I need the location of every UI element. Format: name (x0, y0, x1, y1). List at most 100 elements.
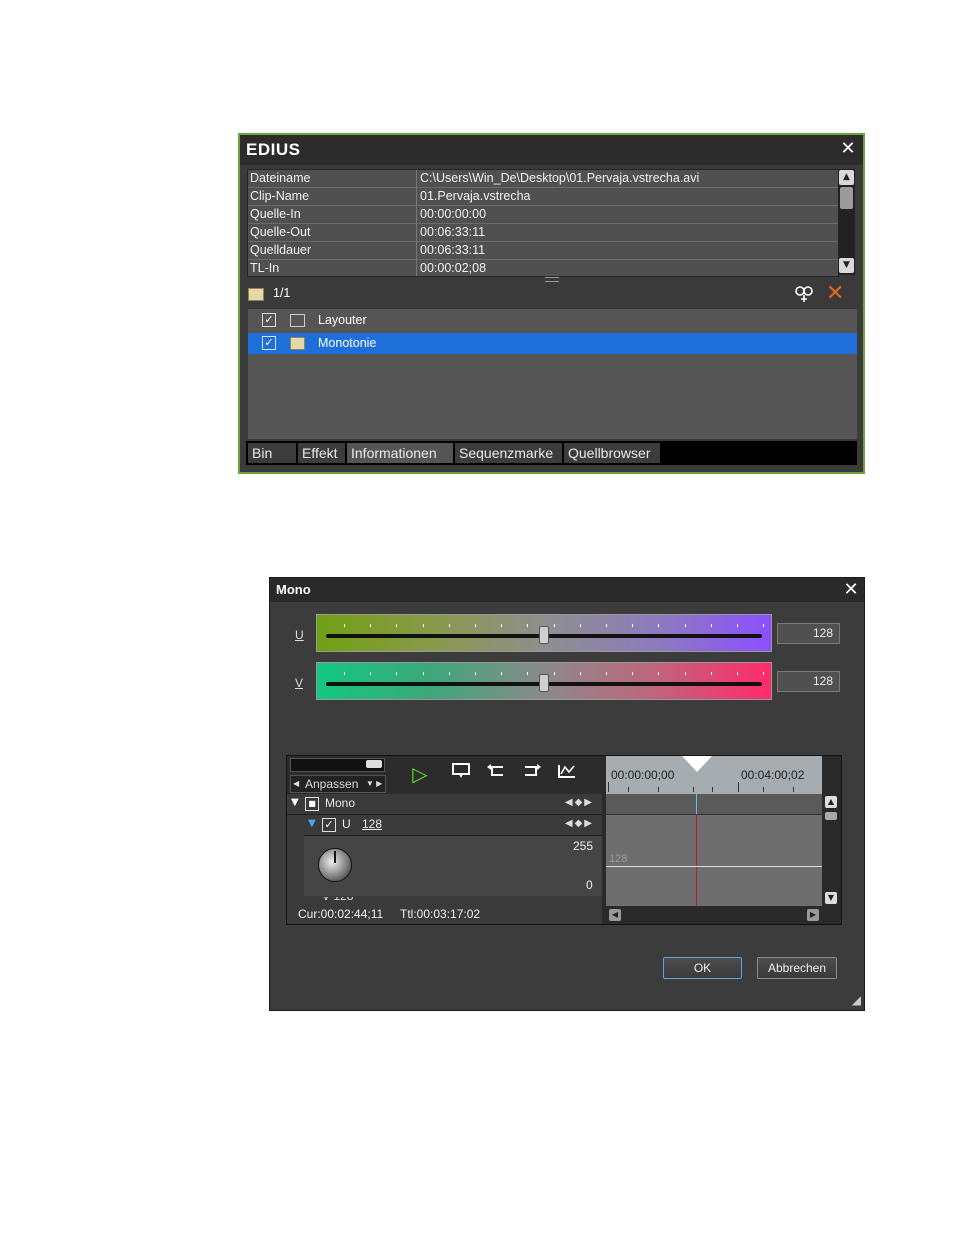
effect-item-layouter[interactable]: ✓ Layouter (248, 310, 857, 331)
value-line[interactable] (606, 866, 822, 867)
next-keyframe-icon[interactable] (519, 762, 543, 786)
checkbox[interactable]: ✓ (262, 336, 276, 350)
scroll-down-icon[interactable]: ▼ (825, 892, 837, 904)
slider-tick (527, 624, 529, 627)
checkbox[interactable]: ✓ (262, 313, 276, 327)
graph-icon[interactable] (555, 762, 579, 786)
arrow-left-icon[interactable]: ◀ (293, 776, 299, 792)
cancel-button[interactable]: Abbrechen (757, 957, 837, 979)
ok-button[interactable]: OK (663, 957, 742, 979)
knob-indicator (334, 851, 336, 863)
info-value: C:\Users\Win_De\Desktop\01.Pervaja.vstre… (420, 171, 700, 185)
fit-label: Anpassen (305, 777, 359, 791)
slider-tick (475, 624, 476, 627)
properties-icon[interactable] (793, 283, 815, 305)
slider-tick (737, 624, 738, 627)
expand-icon[interactable]: ▼ (308, 818, 316, 829)
info-key: Quelldauer (250, 243, 312, 257)
min-value: 0 (586, 878, 593, 892)
info-scrollbar[interactable]: ▲ ▼ (838, 169, 855, 275)
slider-tick (710, 672, 712, 675)
zoom-thumb[interactable] (366, 760, 382, 768)
slider-tick (448, 624, 450, 627)
slider-tick (632, 672, 634, 675)
scroll-right-icon[interactable]: ▶ (807, 909, 819, 921)
effect-label: Monotonie (318, 336, 377, 350)
zoom-slider[interactable] (290, 758, 385, 772)
info-row: Quelle-In 00:00:00:00 (248, 206, 838, 224)
info-key: Clip-Name (250, 189, 310, 203)
slider-tick (763, 672, 765, 675)
time-ruler[interactable]: 00:00:00;00 00:04:00;02 (606, 756, 822, 794)
info-key: Quelle-In (250, 207, 301, 221)
close-icon[interactable]: ✕ (843, 581, 859, 599)
scroll-up-icon[interactable]: ▲ (825, 796, 837, 808)
keyframe-tracklist: ◀ Anpassen ▼ ▶ ▷ ▼ ■ Mono ◀◆▶ ▼ ✓ U 128 … (287, 756, 602, 924)
delete-icon[interactable]: ✕ (826, 283, 848, 305)
effect-item-monotonie[interactable]: ✓ Monotonie (248, 333, 857, 354)
ruler-tick (628, 787, 629, 792)
fit-dropdown[interactable]: ◀ Anpassen ▼ ▶ (290, 775, 386, 793)
layouter-icon (290, 314, 305, 327)
scroll-thumb[interactable] (825, 812, 837, 820)
mono-dialog: Mono ✕ U 128 V 128 ◀ Anpassen ▼ ▶ ▷ ▼ ■ … (269, 577, 865, 1011)
slider-tick (579, 624, 581, 627)
splitter-grip[interactable] (545, 277, 559, 282)
v-slider-thumb[interactable] (539, 674, 549, 692)
dialog-titlebar[interactable]: Mono ✕ (270, 578, 864, 602)
slider-tick (370, 672, 372, 675)
playhead-marker[interactable] (682, 756, 712, 772)
keyframe-nav-icon[interactable]: ◀◆▶ (565, 818, 594, 829)
chevron-down-icon[interactable]: ▼ ▶ (366, 776, 382, 792)
slider-tick (710, 624, 712, 627)
expand-icon[interactable]: ▼ (291, 797, 299, 808)
track-value[interactable]: 128 (362, 817, 382, 831)
checkbox[interactable]: ✓ (322, 818, 336, 832)
u-value-field[interactable]: 128 (777, 623, 840, 644)
timeline-track-row (606, 794, 822, 815)
scroll-up-icon[interactable]: ▲ (839, 170, 854, 185)
add-keyframe-icon[interactable] (449, 762, 473, 786)
track-row-v[interactable]: V 128 (304, 897, 602, 905)
slider-tick (632, 624, 634, 627)
tab-informationen[interactable]: Informationen (347, 443, 453, 463)
scroll-thumb[interactable] (840, 187, 853, 209)
info-value: 01.Pervaja.vstrecha (420, 189, 531, 203)
close-icon[interactable]: ✕ (840, 140, 856, 158)
tab-effekt[interactable]: Effekt (298, 443, 345, 463)
ruler-tick (693, 787, 694, 792)
scroll-left-icon[interactable]: ◀ (609, 909, 621, 921)
prev-keyframe-icon[interactable] (485, 762, 509, 786)
tab-bin[interactable]: Bin (248, 443, 296, 463)
checkbox[interactable]: ■ (305, 797, 319, 811)
total-timecode: Ttl:00:03:17:02 (400, 907, 481, 921)
slider-tick (501, 672, 503, 675)
slider-tick (370, 624, 372, 627)
v-value-field[interactable]: 128 (777, 671, 840, 692)
effect-counter: 1/1 (273, 286, 291, 300)
palette-titlebar[interactable]: EDIUS ✕ (240, 135, 863, 165)
info-row: Dateiname C:\Users\Win_De\Desktop\01.Per… (248, 170, 838, 188)
timeline-vscrollbar[interactable]: ▲ ▼ (823, 794, 840, 924)
track-row-u[interactable]: ▼ ✓ U 128 ◀◆▶ (304, 815, 602, 836)
timeline-hscrollbar[interactable]: ◀ ▶ (606, 906, 822, 924)
slider-tick (527, 672, 529, 675)
u-slider-thumb[interactable] (539, 626, 549, 644)
effect-list: ✓ Layouter ✓ Monotonie (248, 309, 857, 439)
tab-sequenzmarke[interactable]: Sequenzmarke (455, 443, 562, 463)
keyframe-nav-icon[interactable]: ◀◆▶ (565, 797, 594, 808)
u-slider[interactable] (316, 614, 772, 652)
tab-quellbrowser[interactable]: Quellbrowser (564, 443, 660, 463)
v-slider[interactable] (316, 662, 772, 700)
scroll-down-icon[interactable]: ▼ (839, 258, 854, 273)
slider-tick (475, 672, 476, 675)
max-value: 255 (573, 839, 594, 853)
track-row-mono[interactable]: ▼ ■ Mono ◀◆▶ (287, 794, 602, 815)
slider-tick (579, 672, 581, 675)
play-icon[interactable]: ▷ (408, 762, 432, 786)
keyframe-timeline[interactable]: 00:00:00;00 00:04:00;02 128 ◀ ▶ (606, 756, 822, 924)
track-name: V 128 (322, 897, 353, 903)
value-knob[interactable] (318, 848, 352, 882)
resize-grip-icon[interactable]: ◢ (852, 993, 861, 1007)
slider-tick (658, 672, 660, 675)
